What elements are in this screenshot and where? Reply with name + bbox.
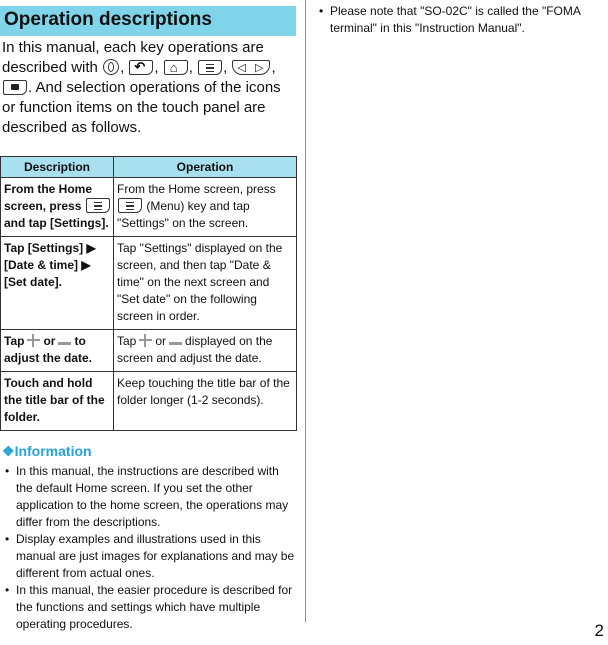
left-column: Operation descriptions In this manual, e… bbox=[0, 6, 298, 633]
table-row: From the Home screen, press and tap [Set… bbox=[0, 177, 297, 237]
note-list: Please note that "SO-02C" is called the … bbox=[314, 3, 604, 37]
table-row: Tap or to adjust the date. Tap or displayed … bbox=[0, 329, 297, 372]
row-description: Touch and hold the title bar of the fold… bbox=[0, 371, 114, 431]
plus-icon bbox=[27, 334, 41, 347]
power-key-icon bbox=[103, 59, 120, 75]
operations-table: Description Operation From the Home scre… bbox=[0, 156, 297, 431]
intro-text-2: . And selection operations of the icons … bbox=[2, 79, 281, 136]
header-operation: Operation bbox=[113, 156, 297, 178]
row-operation: Keep touching the title bar of the folde… bbox=[113, 371, 297, 431]
home-key-icon bbox=[163, 58, 188, 78]
list-item: In this manual, the instructions are des… bbox=[0, 463, 296, 531]
intro-paragraph: In this manual, each key operations are … bbox=[0, 38, 298, 138]
menu-key-icon bbox=[118, 198, 142, 213]
header-description: Description bbox=[0, 156, 114, 178]
volume-key-icon bbox=[232, 58, 271, 78]
menu-key-icon bbox=[85, 198, 110, 213]
list-item: In this manual, the easier procedure is … bbox=[0, 582, 296, 633]
back-key-icon bbox=[129, 57, 154, 77]
minus-icon bbox=[58, 334, 72, 347]
camera-key-icon bbox=[3, 80, 27, 95]
row-operation: Tap or displayed on the screen and adjust … bbox=[113, 329, 297, 372]
table-row: Tap [Settings] ▶ [Date & time] ▶ [Set da… bbox=[0, 236, 297, 330]
row-description: From the Home screen, press and tap [Set… bbox=[0, 177, 114, 237]
menu-key-icon bbox=[198, 60, 223, 75]
information-heading: ❖Information bbox=[2, 443, 92, 459]
section-title: Operation descriptions bbox=[0, 6, 296, 36]
row-description: Tap [Settings] ▶ [Date & time] ▶ [Set da… bbox=[0, 236, 114, 330]
row-operation: From the Home screen, press (Menu) key a… bbox=[113, 177, 297, 237]
row-description: Tap or to adjust the date. bbox=[0, 329, 114, 372]
row-operation: Tap "Settings" displayed on the screen, … bbox=[113, 236, 297, 330]
table-header-row: Description Operation bbox=[0, 156, 297, 178]
column-divider bbox=[305, 0, 306, 622]
minus-icon bbox=[169, 334, 183, 347]
right-column: Please note that "SO-02C" is called the … bbox=[314, 0, 604, 37]
information-list: In this manual, the instructions are des… bbox=[0, 463, 296, 633]
diamond-icon: ❖ bbox=[2, 443, 15, 459]
list-item: Display examples and illustrations used … bbox=[0, 531, 296, 582]
list-item: Please note that "SO-02C" is called the … bbox=[314, 3, 604, 37]
plus-icon bbox=[139, 334, 153, 347]
page-number: 2 bbox=[594, 621, 604, 640]
table-row: Touch and hold the title bar of the fold… bbox=[0, 371, 297, 431]
